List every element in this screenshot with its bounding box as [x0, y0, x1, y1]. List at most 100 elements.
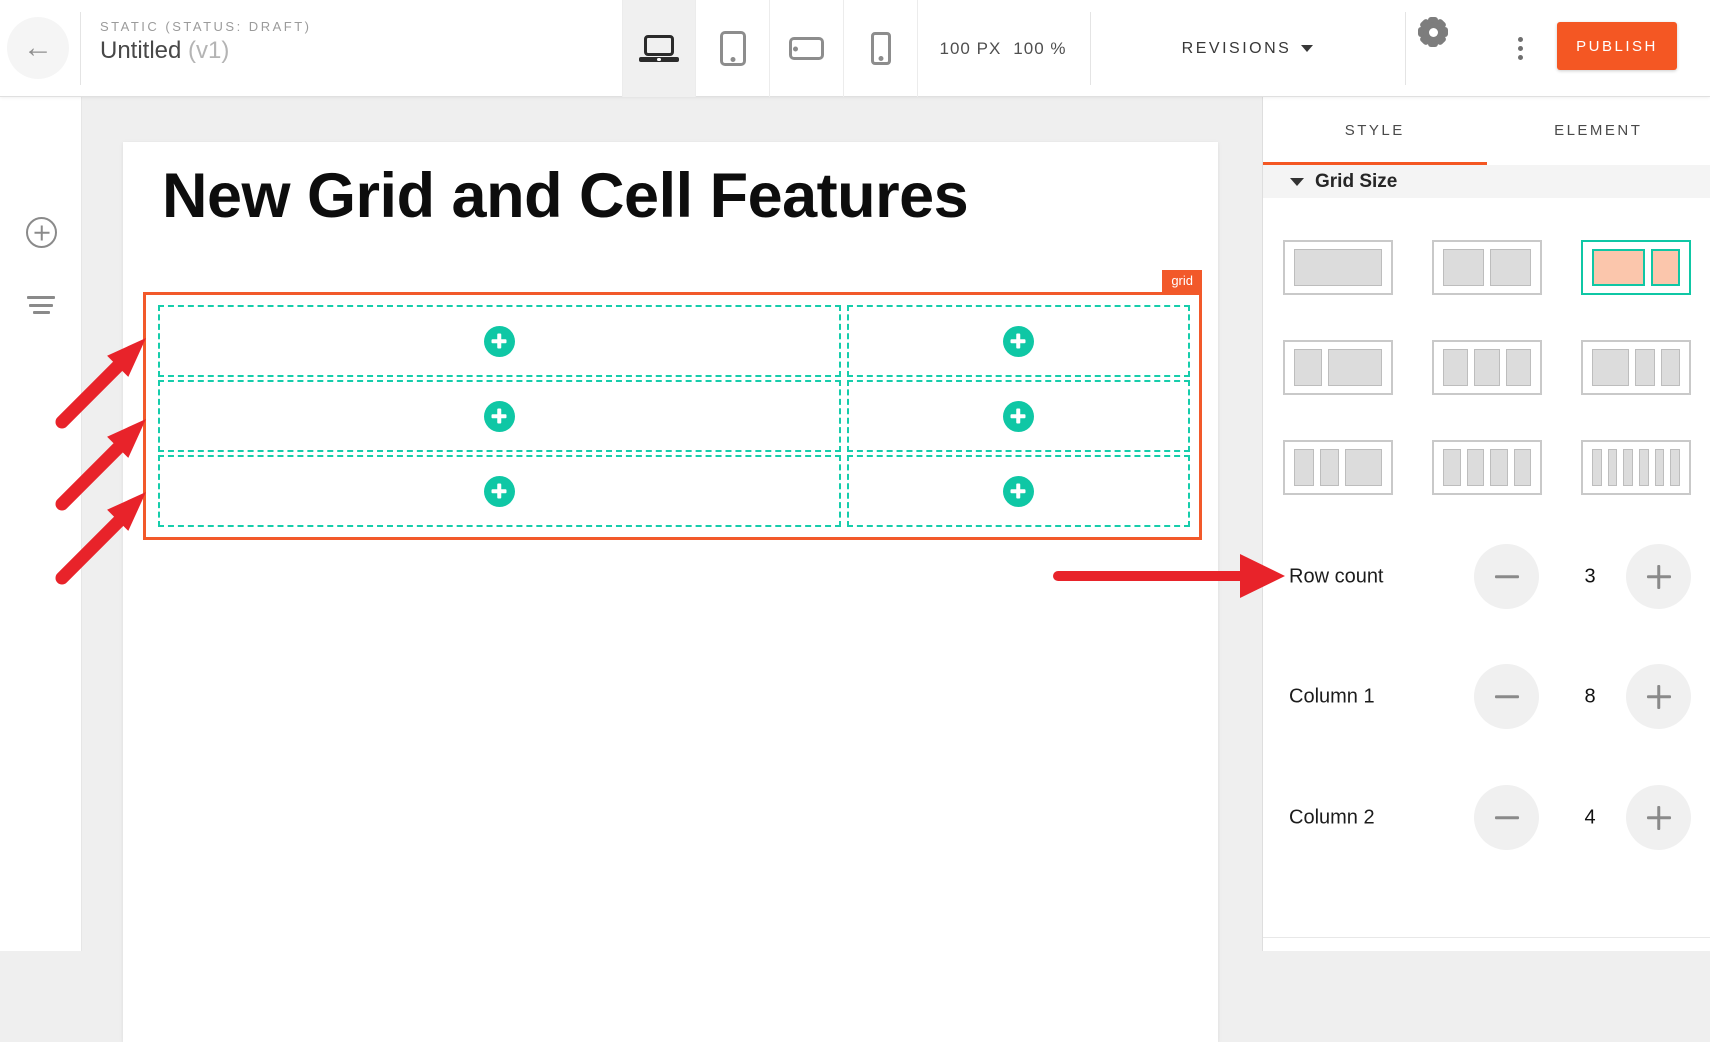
tablet-portrait-preview-button[interactable] [696, 0, 770, 97]
back-arrow-icon: ← [23, 31, 53, 65]
decrement-button[interactable] [1474, 544, 1539, 609]
grid-cell[interactable] [847, 305, 1190, 377]
grid-preset-8-4-selected[interactable] [1581, 240, 1691, 295]
tablet-landscape-icon [789, 37, 824, 60]
preset-cell [1490, 249, 1531, 286]
preset-cell [1490, 449, 1508, 486]
kebab-icon [1518, 37, 1523, 42]
tab-element[interactable]: ELEMENT [1487, 97, 1710, 165]
increment-button[interactable] [1626, 664, 1691, 729]
grid-preset-3-3-3-3[interactable] [1432, 440, 1542, 495]
stepper-value: 8 [1570, 685, 1610, 708]
panel-tabs: STYLE ELEMENT [1263, 97, 1710, 165]
stepper-value: 3 [1570, 565, 1610, 588]
divider [1263, 937, 1710, 938]
preset-cell [1443, 249, 1484, 286]
add-to-cell-button[interactable] [1003, 326, 1034, 357]
element-tree-button[interactable] [27, 296, 55, 314]
publish-button[interactable]: PUBLISH [1557, 22, 1677, 70]
grid-presets [1283, 240, 1691, 495]
preset-cell [1320, 449, 1340, 486]
stepper-column-2: Column 24 [1263, 785, 1710, 850]
add-to-cell-button[interactable] [1003, 476, 1034, 507]
page-document[interactable] [123, 142, 1218, 1042]
preset-cell [1623, 449, 1633, 486]
decrement-button[interactable] [1474, 664, 1539, 729]
stepper-column-1: Column 1 8 [1263, 664, 1710, 729]
add-to-cell-button[interactable] [484, 326, 515, 357]
preset-cell [1635, 349, 1655, 386]
preset-cell [1592, 249, 1645, 286]
grid-cell[interactable] [158, 305, 841, 377]
grid-cells-container [158, 305, 1190, 527]
tablet-portrait-icon [720, 31, 746, 66]
editor-left-sidebar [0, 97, 82, 951]
document-title-block: STATIC (STATUS: DRAFT) Untitled (v1) [100, 19, 311, 65]
more-options-button[interactable] [1508, 30, 1532, 66]
tablet-landscape-preview-button[interactable] [770, 0, 844, 97]
grid-cell[interactable] [847, 455, 1190, 527]
grid-element[interactable]: grid [143, 292, 1202, 540]
style-panel: STYLE ELEMENT Grid Size Row count 3 Column… [1262, 97, 1710, 951]
preset-cell [1467, 449, 1485, 486]
grid-preset-2-2-2-2-2-2[interactable] [1581, 440, 1691, 495]
preset-cell [1294, 249, 1382, 286]
stepper-label: Row count [1289, 565, 1384, 588]
decrement-button[interactable] [1474, 785, 1539, 850]
grid-preset-3-3-6[interactable] [1283, 440, 1393, 495]
phone-icon [871, 32, 891, 65]
preset-cell [1345, 449, 1382, 486]
zoom-level-value: 100 % [1013, 39, 1066, 59]
preset-cell [1655, 449, 1665, 486]
grid-row [158, 305, 1190, 377]
preset-cell [1592, 349, 1629, 386]
version-label: (v1) [188, 37, 229, 64]
preset-cell [1651, 249, 1680, 286]
viewport-width-value: 100 PX [940, 39, 1002, 59]
stepper-label: Column 2 [1289, 806, 1375, 829]
grid-row [158, 380, 1190, 452]
grid-cell[interactable] [158, 380, 841, 452]
back-button[interactable]: ← [7, 17, 69, 79]
add-element-button[interactable] [26, 217, 57, 248]
revisions-dropdown-button[interactable]: REVISIONS [1090, 0, 1405, 97]
preset-cell [1506, 349, 1531, 386]
grid-preset-6-3-3[interactable] [1581, 340, 1691, 395]
section-grid-size[interactable]: Grid Size [1263, 165, 1710, 198]
mobile-preview-button[interactable] [844, 0, 918, 97]
grid-row [158, 455, 1190, 527]
page-title: Untitled (v1) [100, 37, 311, 65]
preset-cell [1443, 349, 1468, 386]
page-heading[interactable]: New Grid and Cell Features [162, 160, 968, 232]
stepper-row-count: Row count 3 [1263, 544, 1710, 609]
grid-cell[interactable] [847, 380, 1190, 452]
grid-preset-4-4-4[interactable] [1432, 340, 1542, 395]
desktop-preview-button[interactable] [622, 0, 696, 97]
increment-button[interactable] [1626, 785, 1691, 850]
preset-cell [1639, 449, 1649, 486]
status-label: STATIC (STATUS: DRAFT) [100, 19, 311, 34]
grid-cell[interactable] [158, 455, 841, 527]
section-title: Grid Size [1315, 171, 1397, 193]
add-to-cell-button[interactable] [1003, 401, 1034, 432]
preset-cell [1592, 449, 1602, 486]
grid-preset-6-6[interactable] [1432, 240, 1542, 295]
preset-cell [1670, 449, 1680, 486]
tab-style[interactable]: STYLE [1263, 97, 1487, 165]
collapse-triangle-icon [1290, 178, 1304, 186]
device-preview-toolbar [622, 0, 918, 97]
laptop-icon [639, 35, 679, 62]
preset-cell [1661, 349, 1681, 386]
settings-button[interactable] [1433, 32, 1465, 64]
preset-cell [1328, 349, 1382, 386]
preset-cell [1608, 449, 1618, 486]
grid-preset-12[interactable] [1283, 240, 1393, 295]
add-to-cell-button[interactable] [484, 476, 515, 507]
add-to-cell-button[interactable] [484, 401, 515, 432]
divider [1405, 12, 1406, 85]
stepper-label: Column 1 [1289, 685, 1375, 708]
grid-preset-4-8[interactable] [1283, 340, 1393, 395]
divider [80, 12, 81, 85]
increment-button[interactable] [1626, 544, 1691, 609]
caret-down-icon [1301, 45, 1313, 52]
